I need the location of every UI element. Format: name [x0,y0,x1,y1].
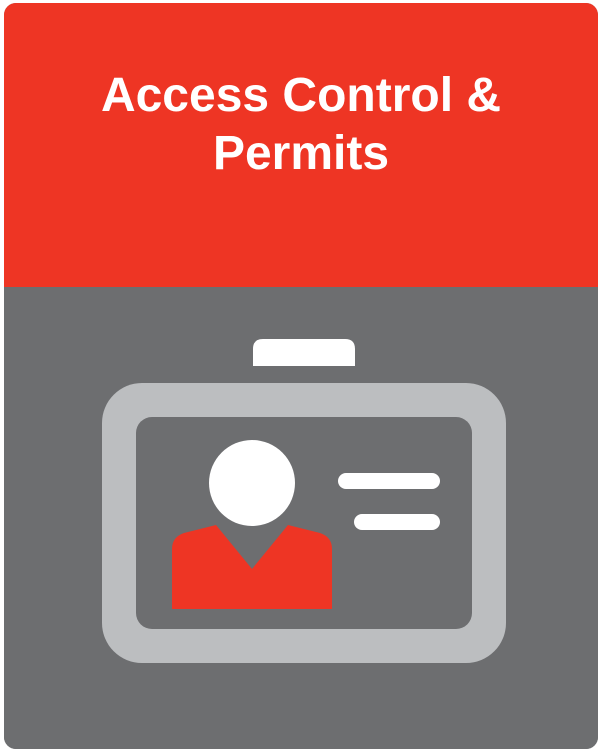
tile-title-line-2: Permits [212,127,390,180]
tile-title: Access Control & Permits [4,67,598,183]
access-control-tile[interactable]: Access Control & Permits [4,3,598,749]
tile-body [4,287,598,749]
tile-header: Access Control & Permits [4,3,598,287]
person-head-icon [209,440,295,526]
id-badge-icon [102,339,506,663]
tile-title-line-1: Access Control & [100,69,502,122]
badge-clip [253,339,355,366]
